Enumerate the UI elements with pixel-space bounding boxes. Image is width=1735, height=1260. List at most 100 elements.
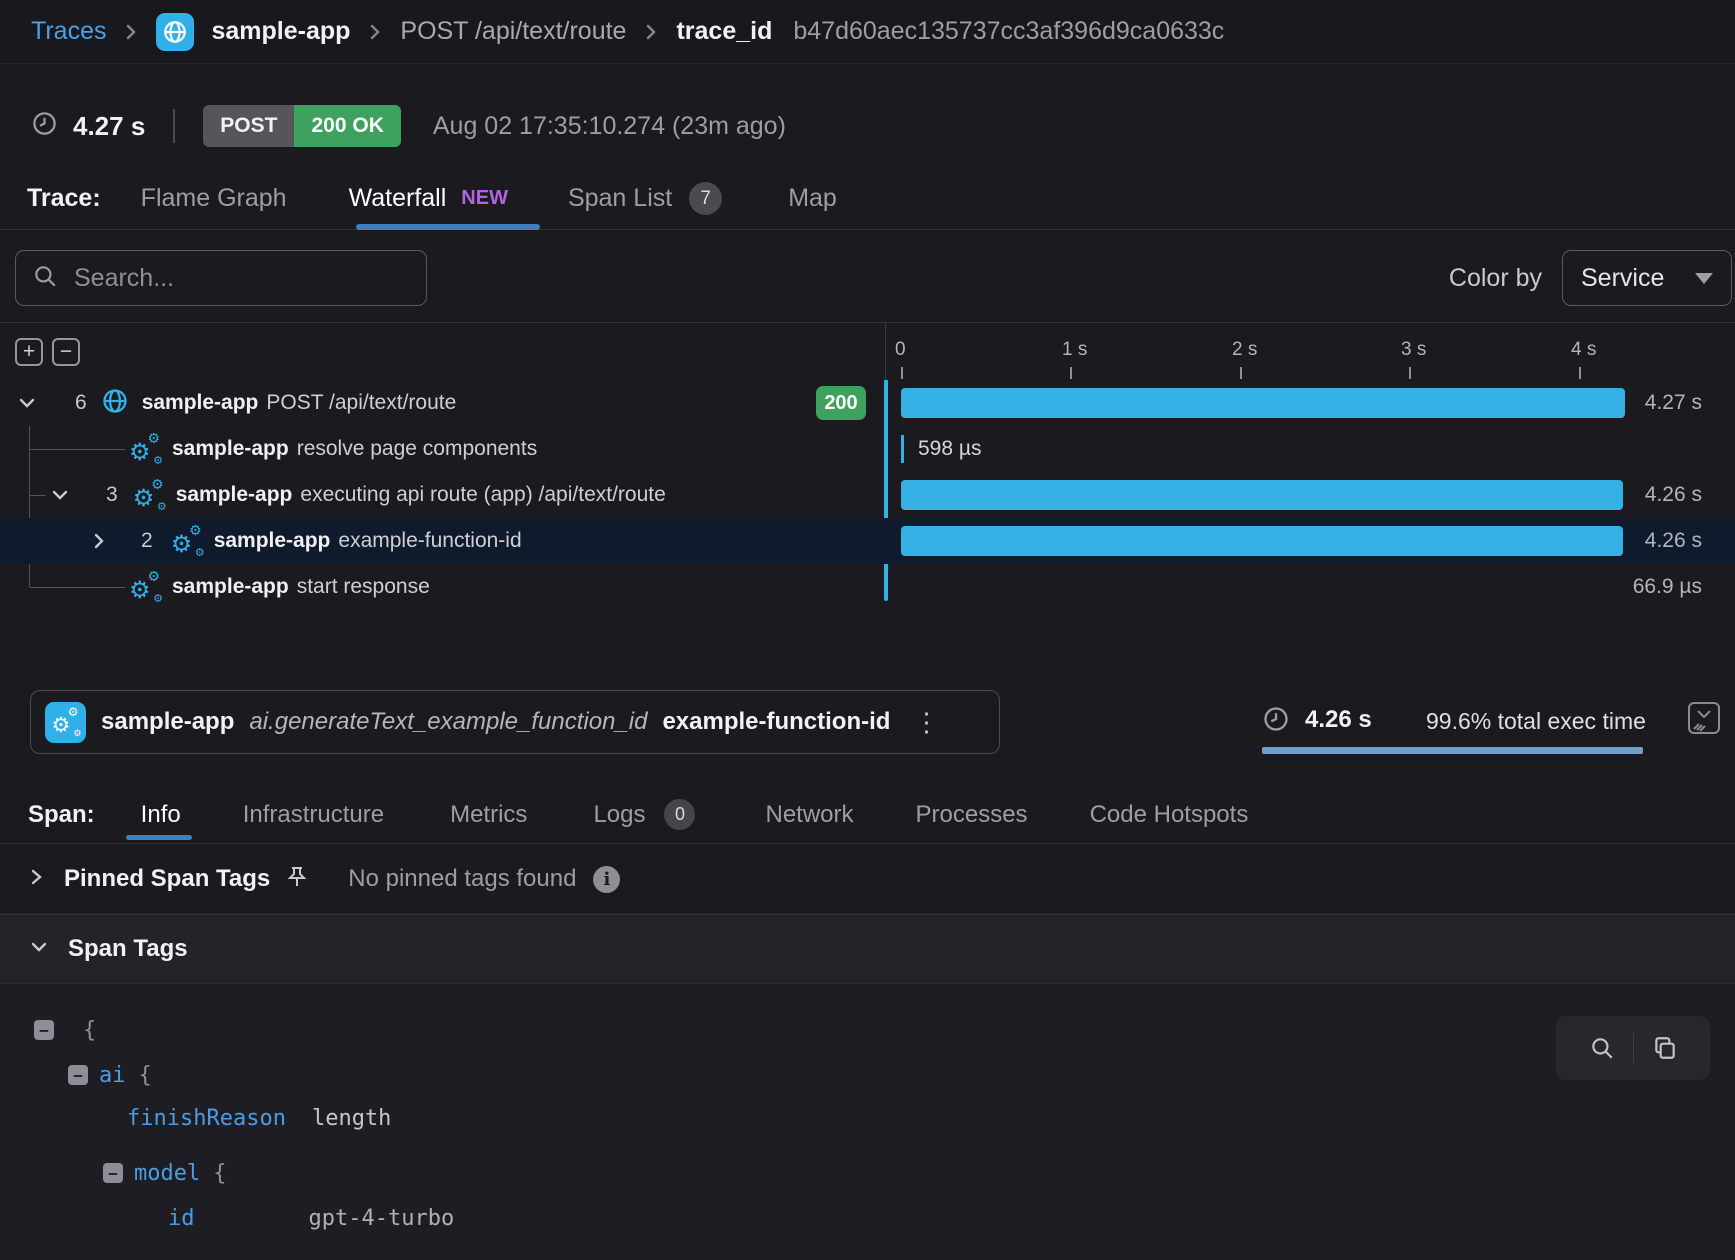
search-input[interactable]: [72, 263, 410, 294]
service-globe-icon: [156, 13, 194, 51]
copy-icon[interactable]: [1634, 1016, 1696, 1080]
tab-network[interactable]: Network: [765, 801, 853, 829]
gears-icon: [133, 479, 165, 511]
selected-span-operation: ai.generateText_example_function_id: [249, 708, 647, 736]
span-name: POST /api/text/route: [266, 391, 456, 415]
span-row[interactable]: 3 sample-app executing api route (app) /…: [0, 472, 1735, 518]
span-exec-duration: 4.26 s: [1305, 706, 1372, 734]
span-row-selected[interactable]: 2 sample-app example-function-id 4.26 s: [0, 518, 1735, 564]
axis-tick-label: 1 s: [1062, 339, 1087, 361]
chevron-down-icon[interactable]: [15, 391, 39, 415]
selected-span-header: sample-app ai.generateText_example_funct…: [30, 690, 1000, 754]
chevron-right-icon: [367, 20, 383, 44]
color-by-dropdown[interactable]: Service: [1562, 250, 1732, 306]
axis-tick: [1240, 367, 1242, 379]
pinned-span-tags-row[interactable]: Pinned Span Tags No pinned tags found: [0, 845, 1735, 914]
search-box[interactable]: [15, 250, 427, 306]
span-row-label: 6 sample-app POST /api/text/route: [0, 380, 456, 426]
span-row[interactable]: 6 sample-app POST /api/text/route 200 4.…: [0, 380, 1735, 426]
json-key[interactable]: id: [168, 1206, 195, 1231]
chevron-down-icon[interactable]: [27, 935, 51, 964]
span-row-label: 2 sample-app example-function-id: [0, 518, 522, 564]
span-tags-json: { ai { finishReason length model { id gp…: [0, 984, 1735, 1260]
json-line: finishReason length: [127, 1103, 391, 1133]
trace-tabs: Trace: Flame Graph Waterfall NEW Span Li…: [0, 168, 1735, 230]
trace-tabs-label: Trace:: [27, 184, 101, 213]
http-method-badge: POST: [203, 105, 294, 147]
exec-time-bar: [1262, 747, 1643, 754]
tab-waterfall[interactable]: Waterfall: [349, 184, 447, 213]
gears-icon: [129, 571, 161, 603]
collapse-all-button[interactable]: [52, 338, 80, 366]
span-list-count-badge: 7: [689, 182, 722, 215]
span-duration: 4.27 s: [1645, 380, 1702, 426]
kebab-menu-icon[interactable]: [913, 707, 939, 738]
collapse-node-icon[interactable]: [68, 1065, 88, 1085]
child-count: 3: [106, 483, 118, 507]
gears-icon: [129, 433, 161, 465]
span-bar[interactable]: [901, 526, 1623, 556]
span-row[interactable]: sample-app resolve page components 598 µ…: [0, 426, 1735, 472]
json-toolbar: [1556, 1016, 1710, 1080]
span-row[interactable]: sample-app start response 66.9 µs: [0, 564, 1735, 610]
waterfall-panel: 0 1 s 2 s 3 s 4 s 6: [0, 322, 1735, 612]
chevron-right-icon: [123, 20, 139, 44]
axis-tick-label: 4 s: [1571, 339, 1596, 361]
status-code-badge: 200: [816, 386, 866, 420]
json-brace: {: [139, 1063, 152, 1088]
breadcrumb: Traces sample-app POST /api/text/route t…: [0, 0, 1735, 64]
span-service: sample-app: [176, 483, 293, 507]
span-tabs-label: Span:: [28, 801, 95, 829]
tab-infrastructure[interactable]: Infrastructure: [243, 801, 384, 829]
span-tags-header[interactable]: Span Tags: [0, 914, 1735, 984]
span-exec-summary: 4.26 s 99.6% total exec time: [1255, 690, 1705, 756]
span-bar[interactable]: [901, 435, 904, 463]
span-name: example-function-id: [338, 529, 521, 553]
json-brace: {: [213, 1161, 226, 1186]
tab-processes[interactable]: Processes: [916, 801, 1028, 829]
tab-info[interactable]: Info: [141, 801, 181, 829]
json-key[interactable]: finishReason: [127, 1106, 286, 1131]
span-duration: 4.26 s: [1645, 472, 1702, 518]
selected-span-resource: example-function-id: [662, 708, 890, 736]
tab-map[interactable]: Map: [788, 184, 837, 213]
collapse-node-icon[interactable]: [103, 1163, 123, 1183]
tab-flame-graph[interactable]: Flame Graph: [141, 184, 287, 213]
chevron-right-icon[interactable]: [87, 529, 111, 553]
tab-logs[interactable]: Logs: [593, 801, 645, 829]
search-icon[interactable]: [1571, 1016, 1633, 1080]
span-service: sample-app: [172, 575, 289, 599]
span-name: resolve page components: [297, 437, 538, 461]
breadcrumb-service[interactable]: sample-app: [211, 17, 350, 46]
panel-divider: [885, 323, 886, 380]
json-key[interactable]: model: [134, 1161, 200, 1186]
search-icon: [32, 263, 58, 294]
tab-span-list[interactable]: Span List: [568, 184, 672, 213]
clock-icon: [1262, 705, 1290, 738]
chevron-right-icon: [643, 20, 659, 44]
axis-tick: [901, 367, 903, 379]
span-bar[interactable]: [901, 480, 1623, 510]
span-service: sample-app: [142, 391, 259, 415]
span-duration: 598 µs: [918, 426, 981, 472]
json-key[interactable]: ai: [99, 1063, 126, 1088]
json-value[interactable]: gpt-4-turbo: [309, 1206, 455, 1231]
collapse-node-icon[interactable]: [34, 1020, 54, 1040]
json-line: model {: [103, 1158, 226, 1188]
axis-tick-label: 0: [895, 339, 906, 361]
span-bar[interactable]: [901, 388, 1625, 418]
child-count: 2: [141, 529, 153, 553]
chevron-right-icon[interactable]: [27, 865, 47, 894]
json-line: {: [34, 1015, 96, 1045]
logs-count-badge: 0: [664, 799, 695, 830]
breadcrumb-resource[interactable]: POST /api/text/route: [400, 17, 626, 46]
tab-code-hotspots[interactable]: Code Hotspots: [1090, 801, 1249, 829]
collapse-panel-icon[interactable]: [1686, 700, 1722, 736]
expand-all-button[interactable]: [15, 338, 43, 366]
info-icon[interactable]: [593, 866, 620, 893]
json-value[interactable]: length: [312, 1106, 391, 1131]
chevron-down-icon[interactable]: [48, 483, 72, 507]
tab-metrics[interactable]: Metrics: [450, 801, 527, 829]
span-tabs: Span: Info Infrastructure Metrics Logs 0…: [0, 786, 1735, 844]
breadcrumb-traces-link[interactable]: Traces: [31, 17, 106, 46]
